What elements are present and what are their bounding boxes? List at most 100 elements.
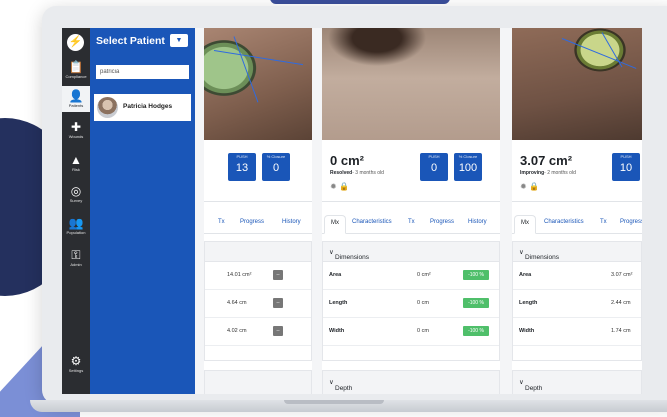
panel-title: Select Patient <box>96 35 165 47</box>
nav-label: Survey <box>69 198 83 203</box>
population-icon: 👥 <box>68 216 84 230</box>
wound-photo[interactable] <box>512 28 642 140</box>
lock-icon[interactable]: 🔒 <box>339 182 349 191</box>
nav-item-population[interactable]: 👥 Population <box>62 216 90 236</box>
change-badge: -100 % <box>463 270 489 280</box>
closure-label: % Closure <box>458 154 478 159</box>
row-value: 4.64 cm <box>227 300 247 306</box>
section-title: ∨ Depth <box>519 379 543 392</box>
closure-value: 0 <box>272 162 280 174</box>
area-value: 0 cm² <box>330 153 364 168</box>
wound-tabs: Tx Progress History <box>204 212 312 234</box>
gear-icon[interactable]: ✹ <box>330 182 337 191</box>
nav-item-wounds[interactable]: ✚ Wounds <box>62 120 90 140</box>
tab-characteristics[interactable]: Characteristics <box>544 219 584 225</box>
row-value: 14.01 cm² <box>227 272 252 278</box>
row-value: 2.44 cm <box>611 300 631 306</box>
age-text: - 3 months old <box>352 170 384 176</box>
dimension-row: Length 0 cm -100 % <box>323 290 499 318</box>
dimension-row: Area 0 cm² -100 % <box>323 262 499 290</box>
tab-history[interactable]: History <box>282 219 301 225</box>
lock-icon[interactable]: 🔒 <box>529 182 539 191</box>
tab-mx[interactable]: Mx <box>324 215 346 234</box>
section-title-text: Dimensions <box>525 254 559 261</box>
nav-label: Compliance <box>65 74 87 79</box>
wound-stats: 0 cm² Resolved- 3 months old ✹ 🔒 PUSH 0 … <box>322 140 500 202</box>
dimensions-section: ∨ Dimensions Area 3.07 cm² Length 2.44 c… <box>512 241 642 361</box>
section-header[interactable] <box>205 242 311 262</box>
nav-item-compliance[interactable]: 📋 Compliance <box>62 60 90 80</box>
row-value: 0 cm² <box>417 272 431 278</box>
measure-line <box>561 38 637 69</box>
row-value: 1.74 cm <box>611 328 631 334</box>
wound-card-3: 3.07 cm² Improving- 2 months old ✹ 🔒 PUS… <box>512 28 642 394</box>
tab-tx[interactable]: Tx <box>218 219 225 225</box>
survey-icon: ◎ <box>70 184 82 198</box>
app-logo-icon[interactable]: ⚡ <box>67 34 84 51</box>
section-header[interactable]: ∨ Dimensions <box>513 242 641 262</box>
nav-label: Population <box>66 230 86 235</box>
dimension-row: Width 1.74 cm <box>513 318 641 346</box>
push-score: PUSH 10 <box>612 153 640 181</box>
dimension-row: Width 0 cm -100 % <box>323 318 499 346</box>
push-score: PUSH 13 <box>228 153 256 181</box>
wound-status: Resolved- 3 months old <box>330 170 384 176</box>
app-screen: ⚡ 📋 Compliance 👤 Patients ✚ Wounds ▲ Ris… <box>62 28 642 394</box>
nav-rail: ⚡ 📋 Compliance 👤 Patients ✚ Wounds ▲ Ris… <box>62 28 90 394</box>
tab-progress[interactable]: Progress <box>620 219 642 225</box>
patient-dropdown-button[interactable]: ▼ <box>170 34 188 47</box>
tab-tx[interactable]: Tx <box>408 219 415 225</box>
wound-photo[interactable] <box>322 28 500 140</box>
status-text: Resolved <box>330 170 353 176</box>
section-title: ∨ Dimensions <box>329 249 369 261</box>
nav-item-risk[interactable]: ▲ Risk <box>62 153 90 173</box>
depth-section[interactable] <box>204 370 312 394</box>
row-label: Width <box>329 328 345 334</box>
tab-tx[interactable]: Tx <box>600 219 607 225</box>
section-title-text: Dimensions <box>335 254 369 261</box>
nav-item-survey[interactable]: ◎ Survey <box>62 184 90 204</box>
nav-item-patients[interactable]: 👤 Patients <box>62 86 90 112</box>
section-header[interactable]: ∨ Dimensions <box>323 242 499 262</box>
closure-score: % Closure 100 <box>454 153 482 181</box>
push-value: 0 <box>430 162 438 174</box>
depth-section[interactable]: ∨ Depth <box>512 370 642 394</box>
tab-mx[interactable]: Mx <box>514 215 536 234</box>
patient-search-input[interactable] <box>96 65 189 79</box>
nav-item-settings[interactable]: ⚙ Settings <box>62 354 90 374</box>
tab-characteristics[interactable]: Characteristics <box>352 219 392 225</box>
area-value: 3.07 cm² <box>520 153 573 168</box>
wound-photo[interactable] <box>204 28 312 140</box>
section-title-text: Depth <box>335 385 353 392</box>
patient-panel: Select Patient ▼ Patricia Hodges <box>90 28 195 394</box>
gear-icon[interactable]: ✹ <box>520 182 527 191</box>
row-label: Area <box>329 272 342 278</box>
dimension-row: 14.01 cm² -- <box>205 262 311 290</box>
row-label: Length <box>519 300 538 306</box>
closure-label: % Closure <box>266 154 286 159</box>
dimensions-section: ∨ Dimensions Area 0 cm² -100 % Length 0 … <box>322 241 500 361</box>
wound-card-2: 0 cm² Resolved- 3 months old ✹ 🔒 PUSH 0 … <box>322 28 500 394</box>
row-value: 0 cm <box>417 300 429 306</box>
push-label: PUSH <box>620 154 632 159</box>
measure-line <box>233 36 259 103</box>
dimension-row: 4.02 cm -- <box>205 318 311 346</box>
nav-label: Patients <box>68 103 84 108</box>
change-badge: -- <box>273 326 283 336</box>
laptop-notch <box>284 400 384 404</box>
nav-item-admin[interactable]: ⚿ Admin <box>62 248 90 268</box>
depth-section[interactable]: ∨ Depth <box>322 370 500 394</box>
patient-result-item[interactable]: Patricia Hodges <box>94 94 191 121</box>
push-label: PUSH <box>236 154 248 159</box>
warning-icon: ▲ <box>70 153 82 167</box>
tab-history[interactable]: History <box>468 219 487 225</box>
tab-progress[interactable]: Progress <box>430 219 454 225</box>
section-title: ∨ Dimensions <box>519 249 559 261</box>
section-title-text: Depth <box>525 385 543 392</box>
tab-progress[interactable]: Progress <box>240 219 264 225</box>
change-badge: -100 % <box>463 326 489 336</box>
dimension-row: 4.64 cm -- <box>205 290 311 318</box>
avatar <box>97 97 118 118</box>
clipboard-icon: 📋 <box>68 60 84 74</box>
wound-tabs: Mx Characteristics Tx Progress <box>512 212 642 234</box>
